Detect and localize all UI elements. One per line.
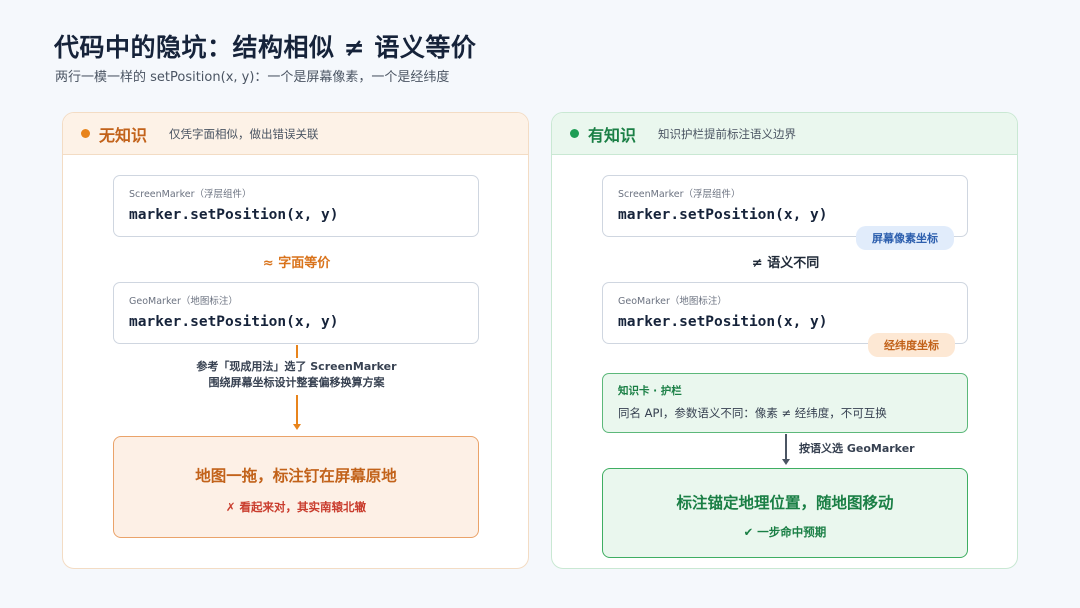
connector-line	[296, 345, 298, 358]
arrow-down-icon	[293, 424, 301, 430]
result-sub: ✗ 看起来对，其实南辕北辙	[225, 500, 367, 514]
card-label: GeoMarker（地图标注）	[618, 296, 727, 307]
panel-without-knowledge: 无知识 仅凭字面相似，做出错误关联 ScreenMarker（浮层组件） mar…	[62, 112, 529, 569]
page-subtitle: 两行一模一样的 setPosition(x, y)：一个是屏幕像素，一个是经纬度	[55, 70, 450, 85]
screen-pixel-tag: 屏幕像素坐标	[856, 226, 954, 250]
card-label: ScreenMarker（浮层组件）	[618, 189, 741, 200]
knowledge-title: 知识卡 · 护栏	[618, 385, 682, 397]
panel-with-knowledge: 有知识 知识护栏提前标注语义边界 ScreenMarker（浮层组件） mark…	[551, 112, 1018, 569]
result-box-success: 标注锚定地理位置，随地图移动 ✔ 一步命中预期	[602, 468, 968, 558]
geomarker-card: GeoMarker（地图标注） marker.setPosition(x, y)	[113, 282, 479, 344]
code-line: marker.setPosition(x, y)	[618, 314, 828, 330]
connector-line	[785, 434, 787, 460]
result-main: 地图一拖，标注钉在屏幕原地	[195, 467, 397, 485]
result-main: 标注锚定地理位置，随地图移动	[676, 494, 894, 512]
result-box-failure: 地图一拖，标注钉在屏幕原地 ✗ 看起来对，其实南辕北辙	[113, 436, 479, 538]
result-sub: ✔ 一步命中预期	[743, 525, 827, 539]
panel-description: 仅凭字面相似，做出错误关联	[169, 126, 319, 141]
flow-note: 按语义选 GeoMarker	[799, 442, 915, 455]
card-label: ScreenMarker（浮层组件）	[129, 189, 252, 200]
knowledge-text: 同名 API，参数语义不同：像素 ≠ 经纬度，不可互换	[618, 406, 887, 420]
flow-note: 参考「现成用法」选了 ScreenMarker 围绕屏幕坐标设计整套偏移换算方案	[63, 359, 528, 391]
connector-line	[296, 395, 298, 425]
flow-note-line: 参考「现成用法」选了 ScreenMarker	[196, 360, 397, 373]
page-title: 代码中的隐坑：结构相似 ≠ 语义等价	[54, 33, 477, 62]
panel-title: 有知识	[588, 125, 637, 145]
status-dot-icon	[570, 129, 579, 138]
lat-lng-tag: 经纬度坐标	[868, 333, 955, 357]
panel-description: 知识护栏提前标注语义边界	[658, 126, 797, 141]
relation-label: ≈ 字面等价	[262, 256, 331, 271]
status-dot-icon	[81, 129, 90, 138]
card-label: GeoMarker（地图标注）	[129, 296, 238, 307]
flow-note-line: 围绕屏幕坐标设计整套偏移换算方案	[208, 376, 385, 389]
panel-title: 无知识	[99, 125, 148, 145]
knowledge-card: 知识卡 · 护栏 同名 API，参数语义不同：像素 ≠ 经纬度，不可互换	[602, 373, 968, 433]
arrow-down-icon	[782, 459, 790, 465]
panel-header: 无知识 仅凭字面相似，做出错误关联	[63, 113, 528, 155]
relation-label: ≠ 语义不同	[751, 256, 820, 271]
code-line: marker.setPosition(x, y)	[129, 314, 339, 330]
code-line: marker.setPosition(x, y)	[129, 207, 339, 223]
code-line: marker.setPosition(x, y)	[618, 207, 828, 223]
screenmarker-card: ScreenMarker（浮层组件） marker.setPosition(x,…	[113, 175, 479, 237]
panel-header: 有知识 知识护栏提前标注语义边界	[552, 113, 1017, 155]
